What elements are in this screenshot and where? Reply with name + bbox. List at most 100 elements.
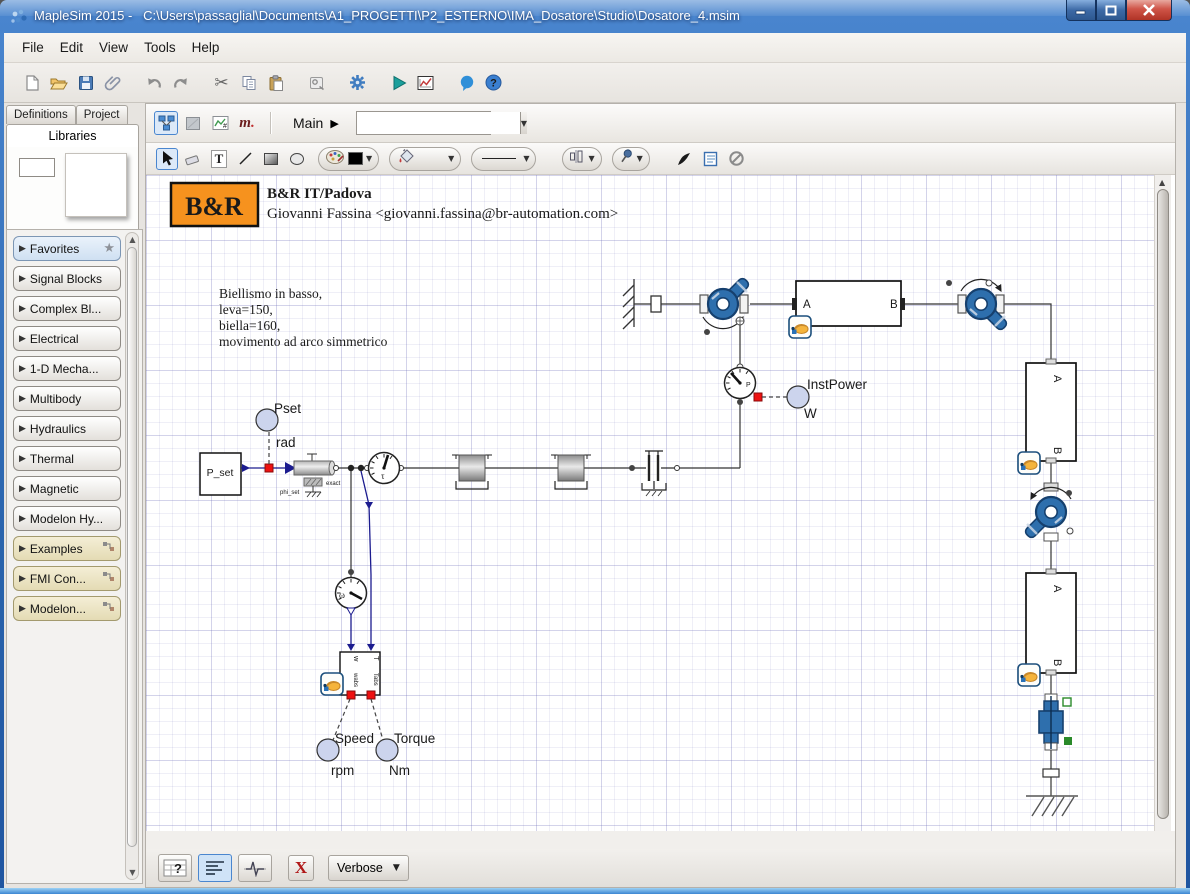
ground-symbol[interactable] <box>1026 796 1078 816</box>
line-tool-icon[interactable] <box>234 148 256 170</box>
scroll-up-icon[interactable]: ▲ <box>1159 178 1165 187</box>
menu-file[interactable]: File <box>14 36 52 59</box>
tab-libraries[interactable]: Libraries <box>6 124 139 148</box>
run-simulation-icon[interactable] <box>385 69 412 96</box>
model-canvas[interactable]: B&R B&R IT/Padova Giovanni Fassina <giov… <box>146 175 1154 831</box>
frame-connector[interactable] <box>651 296 661 312</box>
pushpin-icon[interactable] <box>619 148 634 169</box>
library-item-examples[interactable]: ▶Examples <box>13 536 121 561</box>
signal-port[interactable] <box>754 393 762 401</box>
menu-view[interactable]: View <box>91 36 136 59</box>
tab-definitions[interactable]: Definitions <box>6 105 76 124</box>
pset-probe[interactable]: Pset rad <box>256 401 301 450</box>
maximize-button[interactable] <box>1096 0 1126 21</box>
titlebar[interactable]: MapleSim 2015 - C:\Users\passaglial\Docu… <box>0 0 1190 33</box>
snapshot-icon[interactable] <box>303 69 330 96</box>
library-item-modelon[interactable]: ▶Modelon... <box>13 596 121 621</box>
paste-icon[interactable] <box>262 69 289 96</box>
speed-torque-block[interactable]: w T wabs Tabs <box>321 652 381 699</box>
scrollbar-thumb[interactable] <box>1157 189 1169 819</box>
cut-icon[interactable]: ✂ <box>208 69 235 96</box>
scroll-up-icon[interactable]: ▲ <box>128 235 137 244</box>
pin-dropdown-icon[interactable]: ▼ <box>637 154 643 163</box>
menu-edit[interactable]: Edit <box>52 36 91 59</box>
preview-page[interactable] <box>65 153 127 217</box>
sidebar-scrollbar[interactable]: ▲ ▼ <box>125 232 139 880</box>
eraser-tool-icon[interactable] <box>182 148 204 170</box>
instpower-probe[interactable]: InstPower W <box>787 377 868 421</box>
model-viewport[interactable]: B&R B&R IT/Padova Giovanni Fassina <giov… <box>146 175 1175 831</box>
bearing-friction[interactable] <box>629 451 680 496</box>
fill-bucket-icon[interactable] <box>396 147 416 170</box>
minimize-button[interactable] <box>1066 0 1096 21</box>
library-item-1d-mechanical[interactable]: ▶1-D Mecha... <box>13 356 121 381</box>
text-tool-icon[interactable]: T <box>208 148 230 170</box>
annotation-text[interactable]: Biellismo in basso, leva=150, biella=160… <box>219 286 388 349</box>
library-item-favorites[interactable]: ▶Favorites★ <box>13 236 121 261</box>
annotation-pen-icon[interactable] <box>674 148 696 170</box>
scrollbar-thumb[interactable] <box>127 247 137 847</box>
align-icon[interactable] <box>569 149 585 169</box>
speed-sensor[interactable]: ω <box>336 578 367 609</box>
message-icon[interactable] <box>453 69 480 96</box>
document-icon[interactable] <box>700 148 722 170</box>
library-item-hydraulics[interactable]: ▶Hydraulics <box>13 416 121 441</box>
library-item-complex-blocks[interactable]: ▶Complex Bl... <box>13 296 121 321</box>
position-actuator[interactable]: phi_set exact <box>280 454 341 497</box>
inertia-1[interactable] <box>452 455 492 489</box>
library-item-signal-blocks[interactable]: ▶Signal Blocks <box>13 266 121 291</box>
align-dropdown-icon[interactable]: ▼ <box>588 154 594 163</box>
library-item-thermal[interactable]: ▶Thermal <box>13 446 121 471</box>
library-item-fmi-connector[interactable]: ▶FMI Con... <box>13 566 121 591</box>
signal-port[interactable] <box>265 464 273 472</box>
select-tool-icon[interactable] <box>156 148 178 170</box>
settings-gear-icon[interactable] <box>344 69 371 96</box>
rectangle-tool-icon[interactable] <box>260 148 282 170</box>
help-icon[interactable]: ? <box>480 69 507 96</box>
torque-sensor[interactable]: τ <box>365 453 404 484</box>
revolute-joint-2[interactable] <box>946 279 1008 331</box>
plot-view-icon[interactable]: # <box>208 111 232 135</box>
ellipse-tool-icon[interactable] <box>286 148 308 170</box>
revolute-joint-3[interactable] <box>1024 483 1073 541</box>
torque-probe[interactable]: Torque Nm <box>376 731 435 778</box>
library-item-electrical[interactable]: ▶Electrical <box>13 326 121 351</box>
open-icon[interactable] <box>45 69 72 96</box>
line-style-sample[interactable] <box>482 158 516 159</box>
clear-console-button[interactable]: X <box>288 855 314 881</box>
prismatic-joint[interactable] <box>1039 694 1072 750</box>
library-item-magnetic[interactable]: ▶Magnetic <box>13 476 121 501</box>
combo-dropdown-icon[interactable]: ▼ <box>520 112 527 134</box>
attach-icon[interactable] <box>99 69 126 96</box>
console-help-button[interactable]: ? <box>158 854 192 882</box>
vertical-scrollbar[interactable]: ▲ <box>1154 175 1171 831</box>
menu-help[interactable]: Help <box>184 36 228 59</box>
menu-tools[interactable]: Tools <box>136 36 184 59</box>
console-messages-button[interactable] <box>198 854 232 882</box>
rigid-body-vertical-2[interactable]: A B <box>1018 569 1076 686</box>
palette-icon[interactable] <box>325 148 345 170</box>
undo-icon[interactable] <box>140 69 167 96</box>
close-button[interactable] <box>1126 0 1172 21</box>
subsystem-combo[interactable]: ▼ <box>356 111 491 135</box>
subsystem-combo-input[interactable] <box>357 112 520 134</box>
p-set-block[interactable]: P_set <box>200 453 241 495</box>
rigid-body-frame[interactable]: A B <box>789 281 905 338</box>
breadcrumb[interactable]: Main <box>293 115 323 131</box>
pen-color-dropdown-icon[interactable]: ▼ <box>366 154 372 163</box>
detail-view-icon[interactable] <box>181 111 205 135</box>
copy-icon[interactable] <box>235 69 262 96</box>
preview-thumbnail[interactable] <box>19 158 55 177</box>
revolute-joint-1[interactable] <box>700 277 750 370</box>
fixed-frame[interactable] <box>623 279 634 329</box>
power-sensor[interactable]: P <box>725 368 756 406</box>
console-simulation-button[interactable] <box>238 854 272 882</box>
save-icon[interactable] <box>72 69 99 96</box>
tab-project[interactable]: Project <box>76 105 128 124</box>
modelica-code-icon[interactable]: m. <box>235 111 259 135</box>
redo-icon[interactable] <box>167 69 194 96</box>
prohibit-icon[interactable] <box>726 148 748 170</box>
rigid-body-vertical-1[interactable]: A B <box>1018 359 1076 474</box>
speed-probe[interactable]: Speed rpm <box>317 731 374 778</box>
fill-color-dropdown-icon[interactable]: ▼ <box>448 154 454 163</box>
